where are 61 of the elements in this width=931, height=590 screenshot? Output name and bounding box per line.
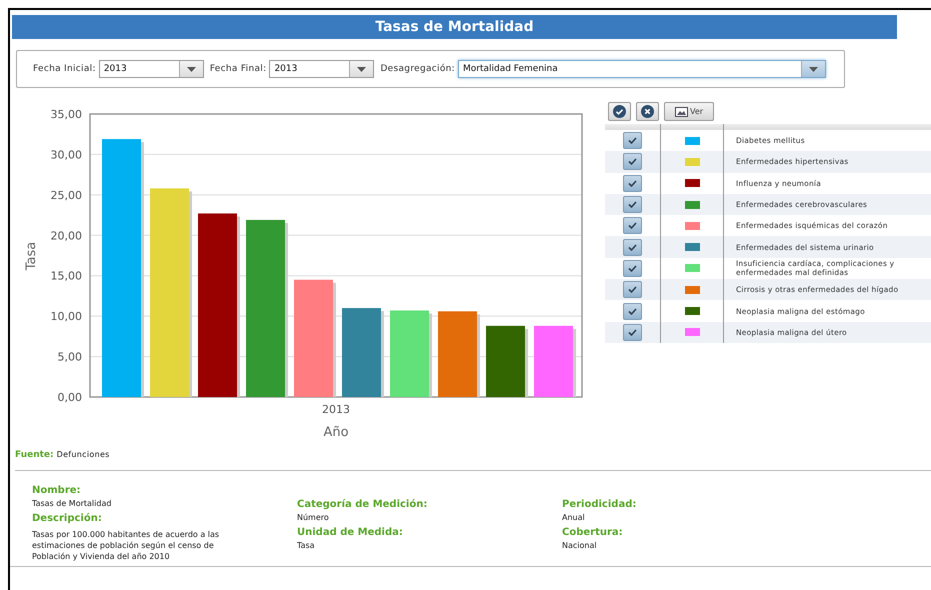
check-icon [628,222,637,230]
checkbox[interactable] [623,153,642,170]
field-value: Anual [562,512,586,523]
axis-tick-label: 30,00 [50,148,82,162]
check-all-button[interactable] [608,102,631,121]
check-icon [628,244,637,251]
field-label: Cobertura: [562,526,624,540]
checkbox[interactable] [623,132,642,150]
axis-tick-label: 20,00 [50,229,82,242]
checkbox[interactable] [623,174,642,192]
dropdown[interactable]: 2013 [98,60,204,78]
caret-icon [808,66,818,72]
dropdown[interactable]: Mortalidad Femenina [458,60,826,78]
filter-label: Fecha Inicial: [33,64,96,74]
check-icon [628,180,637,187]
category-label: 2013 [322,403,350,416]
check-icon [628,308,637,315]
check-icon [613,105,626,118]
checkbox[interactable] [623,238,642,256]
field-value: Nacional [562,540,598,551]
axis-tick-label: 15,00 [50,270,82,283]
dropdown[interactable]: 2013 [269,60,374,78]
close-icon [641,105,654,118]
checkbox[interactable] [623,281,642,298]
checkbox[interactable] [623,217,642,234]
axis-tick-label: 5,00 [58,350,82,364]
field-value: Tasas por 100.000 habitantes de acuerdo a las estimaciones de población según el censo de Población y Vivienda del año 2010 [32,529,220,562]
x-axis-title: Año [323,425,349,440]
view-button[interactable]: Ver [664,102,714,121]
field-label: Categoría de Medición: [297,498,428,512]
field-label: Descripción: [32,512,103,526]
check-icon [628,286,637,294]
y-axis-title: Tasa [24,242,39,270]
checkbox[interactable] [623,324,642,341]
axis-tick-label: 35,00 [50,108,82,121]
field-label: Periodicidad: [562,498,638,512]
field-value: Número [297,512,330,523]
axis-tick-label: 0,00 [58,391,82,404]
axis-tick-label: 10,00 [50,310,82,324]
filter-label: Fecha Final: [210,64,266,74]
caret-icon [186,66,196,72]
checkbox[interactable] [623,196,642,214]
source-label: Fuente: [15,450,54,460]
checkbox[interactable] [623,302,642,320]
page-title: Tasas de Mortalidad [12,15,897,39]
caret-icon [357,66,366,72]
checkbox[interactable] [623,260,642,277]
check-icon [628,158,637,166]
check-icon [628,264,637,272]
field-label: Unidad de Medida: [297,526,404,540]
field-value: Tasas de Mortalidad [32,498,112,509]
check-icon [628,137,637,144]
check-icon [628,201,637,208]
uncheck-all-button[interactable] [636,102,659,121]
axis-tick-label: 25,00 [50,188,82,202]
field-value: Tasa [297,540,316,551]
filter-label: Desagregación: [380,64,455,74]
source-value: Defunciones [56,450,110,459]
field-label: Nombre: [32,484,82,498]
image-icon [674,106,688,116]
check-icon [628,328,637,336]
